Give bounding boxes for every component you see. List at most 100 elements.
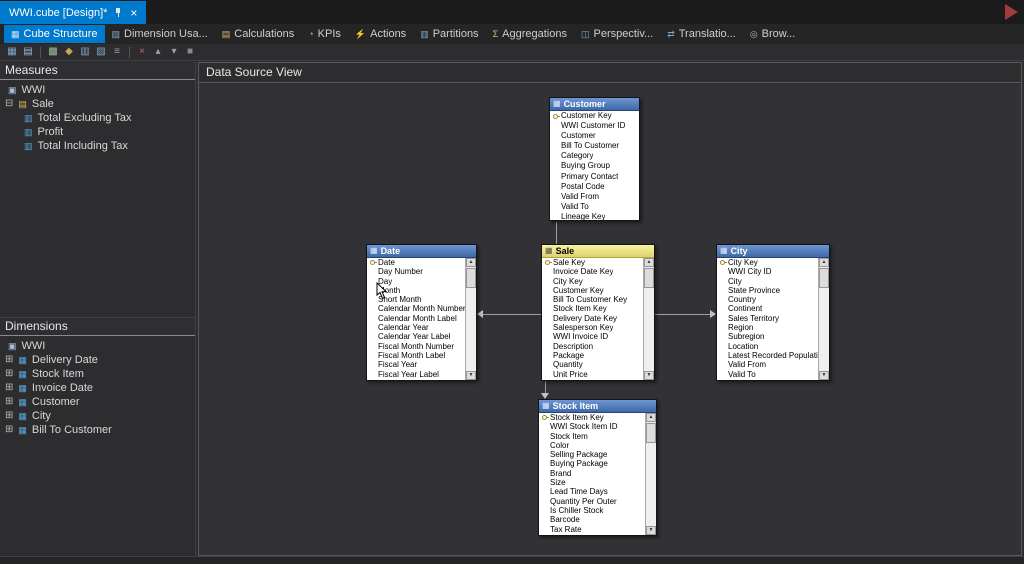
column-row-barcode[interactable]: Barcode	[539, 515, 645, 524]
scroll-up-icon[interactable]: ▲	[646, 413, 656, 422]
scroll-up-icon[interactable]: ▲	[466, 258, 476, 267]
column-row-primary-contact[interactable]: Primary Contact	[550, 172, 639, 182]
table-header[interactable]: ▦ Date	[367, 245, 476, 258]
column-row-stock-item[interactable]: Stock Item	[539, 432, 645, 441]
dimension-node-city[interactable]: ⊞ ▦ City	[0, 409, 195, 423]
scroll-up-icon[interactable]: ▲	[644, 258, 654, 267]
column-row-state-province[interactable]: State Province	[717, 286, 818, 295]
scroll-up-icon[interactable]: ▲	[819, 258, 829, 267]
relationship-sale-customer[interactable]	[556, 222, 557, 244]
scroll-down-icon[interactable]: ▼	[819, 371, 829, 380]
column-row-calendar-year[interactable]: Calendar Year	[367, 323, 465, 332]
tab-dimension-usage[interactable]: ▨ Dimension Usa...	[105, 25, 215, 43]
column-row-valid-to[interactable]: Valid To	[550, 202, 639, 212]
dimension-node-stock-item[interactable]: ⊞ ▦ Stock Item	[0, 367, 195, 381]
table-header[interactable]: ▦ Sale	[542, 245, 654, 258]
column-row-wwi-city-id[interactable]: WWI City ID	[717, 267, 818, 276]
column-row-tax-rate[interactable]: Tax Rate	[542, 379, 643, 380]
expand-icon[interactable]: ⊞	[5, 425, 13, 435]
new-measure-icon[interactable]: ▥	[78, 45, 92, 59]
column-row-description[interactable]: Description	[542, 342, 643, 351]
dsv-table-sale[interactable]: ▦ Sale Sale KeyInvoice Date KeyCity KeyC…	[541, 244, 655, 381]
diagram-canvas[interactable]: ▦ Customer Customer KeyWWI Customer IDCu…	[199, 84, 1021, 555]
column-row-wwi-invoice-id[interactable]: WWI Invoice ID	[542, 332, 643, 341]
column-row-customer[interactable]: Customer	[550, 131, 639, 141]
measure-node[interactable]: ▥ Profit	[0, 125, 195, 139]
tab-perspectives[interactable]: ◫ Perspectiv...	[574, 25, 660, 43]
measure-node[interactable]: ▥ Total Excluding Tax	[0, 111, 195, 125]
expand-icon[interactable]: ⊞	[5, 355, 13, 365]
expand-icon[interactable]: ⊞	[5, 383, 13, 393]
column-row-valid-from[interactable]: Valid From	[717, 360, 818, 369]
column-row-bill-to-customer-key[interactable]: Bill To Customer Key	[542, 295, 643, 304]
column-row-buying-package[interactable]: Buying Package	[539, 459, 645, 468]
collapse-icon[interactable]: ⊟	[5, 99, 13, 109]
column-row-city-key[interactable]: City Key	[717, 258, 818, 267]
column-row-bill-to-customer[interactable]: Bill To Customer	[550, 141, 639, 151]
column-row-location[interactable]: Location	[717, 342, 818, 351]
dimension-node-delivery-date[interactable]: ⊞ ▦ Delivery Date	[0, 353, 195, 367]
dsv-table-city[interactable]: ▦ City City KeyWWI City IDCityState Prov…	[716, 244, 830, 381]
move-down-icon[interactable]: ▾	[167, 45, 181, 59]
tab-kpis[interactable]: ◔ KPIs	[301, 25, 348, 43]
dsv-table-date[interactable]: ▦ Date DateDay NumberDayMonthShort Month…	[366, 244, 477, 381]
relationship-sale-date[interactable]	[483, 314, 541, 315]
column-row-lineage-key[interactable]: Lineage Key	[550, 212, 639, 220]
new-dimension-icon[interactable]: ▨	[94, 45, 108, 59]
tab-aggregations[interactable]: Σ Aggregations	[486, 25, 574, 43]
table-scrollbar[interactable]: ▲ ▼	[645, 413, 656, 535]
tab-actions[interactable]: ⚡ Actions	[348, 25, 413, 43]
column-row-postal-code[interactable]: Postal Code	[550, 182, 639, 192]
tab-cube-structure[interactable]: ▦ Cube Structure	[4, 25, 105, 43]
column-row-valid-to[interactable]: Valid To	[717, 370, 818, 379]
process-icon[interactable]: ▩	[46, 45, 60, 59]
dsv-table-customer[interactable]: ▦ Customer Customer KeyWWI Customer IDCu…	[549, 97, 640, 221]
expand-icon[interactable]: ⊞	[5, 397, 13, 407]
column-row-day-number[interactable]: Day Number	[367, 267, 465, 276]
column-row-wwi-customer-id[interactable]: WWI Customer ID	[550, 121, 639, 131]
column-row-category[interactable]: Category	[550, 151, 639, 161]
tab-calculations[interactable]: ▤ Calculations	[215, 25, 301, 43]
column-row-fiscal-month-label[interactable]: Fiscal Month Label	[367, 351, 465, 360]
column-row-city-key[interactable]: City Key	[542, 277, 643, 286]
delete-icon[interactable]: ×	[135, 45, 149, 59]
column-row-latest-recorded-population[interactable]: Latest Recorded Population	[717, 351, 818, 360]
column-row-region[interactable]: Region	[717, 323, 818, 332]
column-row-package[interactable]: Package	[542, 351, 643, 360]
measure-node[interactable]: ▥ Total Including Tax	[0, 139, 195, 153]
dimension-node-bill-to-customer[interactable]: ⊞ ▦ Bill To Customer	[0, 423, 195, 437]
column-row-lead-time-days[interactable]: Lead Time Days	[539, 487, 645, 496]
relationship-sale-city[interactable]	[655, 314, 710, 315]
column-row-calendar-month-number[interactable]: Calendar Month Number	[367, 304, 465, 313]
measures-root-node[interactable]: ▣ WWI	[0, 83, 195, 97]
column-row-valid-from[interactable]: Valid From	[550, 192, 639, 202]
properties-icon[interactable]: ■	[183, 45, 197, 59]
table-header[interactable]: ▦ City	[717, 245, 829, 258]
column-row-customer-key[interactable]: Customer Key	[550, 111, 639, 121]
column-row-stock-item-key[interactable]: Stock Item Key	[539, 413, 645, 422]
scrollbar-thumb[interactable]	[644, 268, 654, 288]
column-row-calendar-year-label[interactable]: Calendar Year Label	[367, 332, 465, 341]
column-row-wwi-stock-item-id[interactable]: WWI Stock Item ID	[539, 422, 645, 431]
column-row-iso-week-number[interactable]: ISO Week Number	[367, 379, 465, 380]
dimension-node-invoice-date[interactable]: ⊞ ▦ Invoice Date	[0, 381, 195, 395]
column-row-subregion[interactable]: Subregion	[717, 332, 818, 341]
scroll-down-icon[interactable]: ▼	[644, 371, 654, 380]
column-row-delivery-date-key[interactable]: Delivery Date Key	[542, 314, 643, 323]
column-row-calendar-month-label[interactable]: Calendar Month Label	[367, 314, 465, 323]
tab-browser[interactable]: ◎ Brow...	[743, 25, 802, 43]
column-row-continent[interactable]: Continent	[717, 304, 818, 313]
document-tab[interactable]: WWI.cube [Design]* ×	[0, 1, 146, 24]
column-row-quantity[interactable]: Quantity	[542, 360, 643, 369]
column-row-quantity-per-outer[interactable]: Quantity Per Outer	[539, 497, 645, 506]
table-scrollbar[interactable]: ▲ ▼	[643, 258, 654, 380]
table-header[interactable]: ▦ Customer	[550, 98, 639, 111]
show-measures-grid-icon[interactable]: ▦	[5, 45, 19, 59]
add-business-intelligence-icon[interactable]: ◆	[62, 45, 76, 59]
column-row-city[interactable]: City	[717, 277, 818, 286]
column-row-buying-group[interactable]: Buying Group	[550, 161, 639, 171]
column-row-lineage-key[interactable]: Lineage Key	[717, 379, 818, 380]
column-row-date[interactable]: Date	[367, 258, 465, 267]
move-up-icon[interactable]: ▴	[151, 45, 165, 59]
column-row-salesperson-key[interactable]: Salesperson Key	[542, 323, 643, 332]
